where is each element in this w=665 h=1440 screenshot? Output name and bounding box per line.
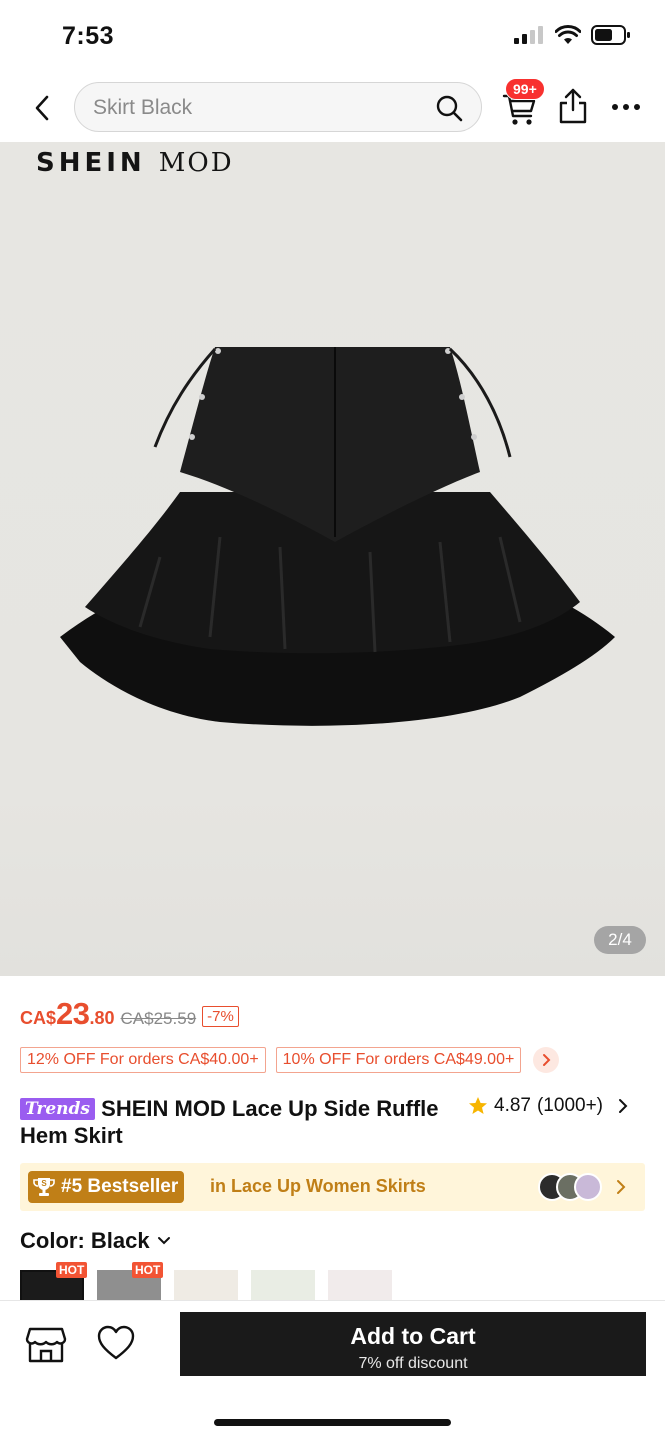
discount-badge: -7% (202, 1006, 239, 1027)
add-to-cart-button[interactable]: Add to Cart 7% off discount (180, 1312, 646, 1376)
hot-tag: HOT (56, 1262, 88, 1278)
bestseller-bar[interactable]: S #5 Bestseller in Lace Up Women Skirts (20, 1163, 645, 1211)
hot-tag: HOT (132, 1262, 164, 1278)
rating-summary[interactable]: 4.87 (1000+) (468, 1095, 629, 1117)
price-row: CA$ 23 .80 CA$25.59 -7% (20, 996, 239, 1032)
color-selector[interactable]: Color: Black (20, 1228, 172, 1254)
coupon-more-button[interactable] (533, 1047, 560, 1073)
share-icon (559, 88, 587, 124)
battery-icon (591, 25, 630, 45)
chevron-right-icon (617, 1180, 626, 1194)
status-time: 7:53 (62, 22, 115, 50)
back-button[interactable] (26, 90, 58, 126)
rating-value: 4.87 (494, 1095, 531, 1116)
color-swatch-apricot[interactable] (174, 1270, 238, 1302)
price-main: 23 (56, 996, 90, 1031)
more-options-button[interactable] (606, 92, 646, 122)
image-page-indicator: 2/4 (594, 926, 646, 954)
status-icons (513, 24, 631, 46)
search-bar[interactable] (74, 82, 482, 132)
store-icon (25, 1327, 67, 1363)
price-cents: .80 (89, 1008, 115, 1028)
chevron-right-icon (543, 1054, 551, 1066)
chevron-right-icon (619, 1099, 628, 1113)
status-bar: 7:53 (0, 0, 665, 74)
wifi-icon (555, 25, 581, 44)
home-indicator (214, 1419, 451, 1426)
add-to-cart-sublabel: 7% off discount (358, 1354, 468, 1372)
heart-icon (97, 1325, 135, 1360)
trophy-icon: S (33, 1178, 55, 1196)
coupon-row[interactable]: 12% OFF For orders CA$40.00+ 10% OFF For… (20, 1047, 560, 1073)
color-swatches: HOT HOT (20, 1262, 665, 1302)
coupon-tag[interactable]: 10% OFF For orders CA$49.00+ (275, 1047, 522, 1073)
chevron-down-icon (157, 1237, 170, 1245)
skirt-photo (60, 347, 615, 726)
cellular-signal-icon (514, 26, 543, 44)
more-dots-icon (612, 104, 618, 110)
product-image-gallery[interactable]: SHEIN MOD 2/4 (0, 142, 665, 976)
bottom-action-bar: Add to Cart 7% off discount (0, 1300, 665, 1440)
product-title: Trends SHEIN MOD Lace Up Side Ruffle Hem… (20, 1095, 450, 1149)
original-price: CA$25.59 (120, 1009, 197, 1028)
color-swatch-pink[interactable] (328, 1270, 392, 1302)
cart-badge: 99+ (505, 78, 545, 100)
bestseller-badge: S #5 Bestseller (28, 1171, 185, 1203)
star-icon (469, 1097, 487, 1114)
back-chevron-icon (35, 95, 49, 121)
price-currency: CA$ (20, 1008, 57, 1028)
trends-badge: Trends (20, 1098, 96, 1120)
svg-text:S: S (41, 1179, 47, 1188)
search-input[interactable] (93, 93, 413, 123)
color-swatch-army-green[interactable] (251, 1270, 315, 1302)
share-button[interactable] (556, 86, 590, 126)
coupon-tag[interactable]: 12% OFF For orders CA$40.00+ (20, 1047, 266, 1073)
review-count: (1000+) (536, 1095, 604, 1116)
bestseller-rank: #5 Bestseller (61, 1176, 179, 1197)
brand-logo: SHEIN MOD (36, 148, 234, 178)
store-button[interactable] (24, 1325, 68, 1365)
wishlist-button[interactable] (96, 1323, 136, 1363)
bestseller-category: in Lace Up Women Skirts (210, 1176, 426, 1196)
avatar (574, 1173, 602, 1201)
search-icon[interactable] (435, 94, 463, 122)
add-to-cart-label: Add to Cart (350, 1322, 476, 1349)
nav-bar: 99+ (0, 74, 665, 142)
color-label: Color: Black (20, 1228, 150, 1253)
